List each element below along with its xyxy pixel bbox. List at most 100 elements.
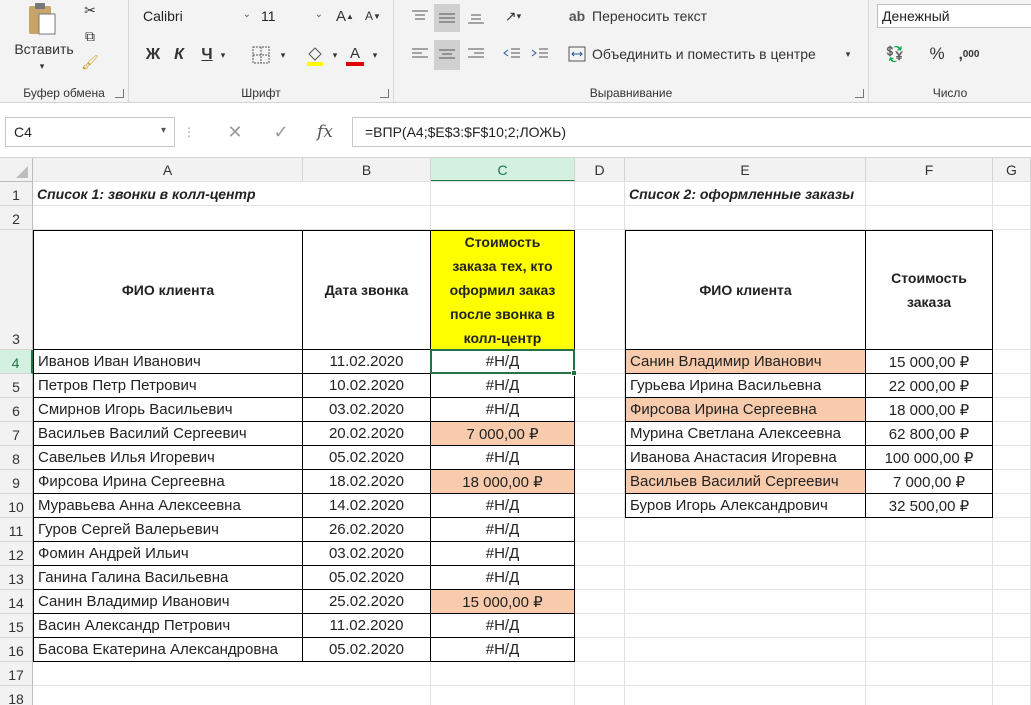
align-middle-icon[interactable] [434, 4, 460, 32]
bold-button[interactable]: Ж [143, 44, 163, 66]
list1-value[interactable]: #Н/Д [431, 614, 575, 638]
row-header-12[interactable]: 12 [0, 542, 33, 566]
clipboard-launcher-icon[interactable] [115, 89, 124, 98]
cell-a1[interactable]: Список 1: звонки в колл-центр [33, 182, 575, 206]
cut-icon[interactable]: ✂ [80, 0, 100, 20]
format-painter-icon[interactable]: 🖌 [80, 52, 100, 72]
font-color-dropdown-icon[interactable]: ▾ [369, 46, 381, 64]
decrease-indent-icon[interactable] [500, 42, 524, 66]
cancel-icon[interactable]: ✕ [222, 119, 248, 145]
align-right-icon[interactable] [464, 42, 488, 66]
number-format-select[interactable]: Денежный [877, 4, 1031, 28]
list1-date[interactable]: 18.02.2020 [303, 470, 431, 494]
row-header-10[interactable]: 10 [0, 494, 33, 518]
enter-icon[interactable]: ✓ [268, 119, 294, 145]
fill-handle[interactable] [571, 370, 577, 376]
list1-name[interactable]: Гуров Сергей Валерьевич [33, 518, 303, 542]
list1-date[interactable]: 11.02.2020 [303, 614, 431, 638]
list2-value[interactable]: 7 000,00 ₽ [866, 470, 993, 494]
list1-date[interactable]: 20.02.2020 [303, 422, 431, 446]
font-name-select[interactable]: Calibri ⌄ [139, 4, 255, 28]
increase-indent-icon[interactable] [528, 42, 552, 66]
list2-value[interactable]: 22 000,00 ₽ [866, 374, 993, 398]
column-header-a[interactable]: A [33, 158, 303, 182]
column-header-g[interactable]: G [993, 158, 1031, 182]
alignment-launcher-icon[interactable] [855, 89, 864, 98]
row-header-4[interactable]: 4 [0, 350, 33, 374]
list1-date[interactable]: 26.02.2020 [303, 518, 431, 542]
list1-name[interactable]: Муравьева Анна Алексеевна [33, 494, 303, 518]
row-header-5[interactable]: 5 [0, 374, 33, 398]
list1-name[interactable]: Васильев Василий Сергеевич [33, 422, 303, 446]
header-fio-2[interactable]: ФИО клиента [625, 230, 866, 350]
merge-center-icon[interactable] [566, 42, 588, 66]
list1-name[interactable]: Петров Петр Петрович [33, 374, 303, 398]
list2-name[interactable]: Иванова Анастасия Игоревна [625, 446, 866, 470]
list2-name[interactable]: Гурьева Ирина Васильевна [625, 374, 866, 398]
paste-dropdown-icon[interactable]: ▾ [36, 60, 48, 72]
list1-value[interactable]: 18 000,00 ₽ [431, 470, 575, 494]
align-top-icon[interactable] [408, 4, 432, 28]
row-header-3[interactable]: 3 [0, 230, 33, 350]
row-header-13[interactable]: 13 [0, 566, 33, 590]
cell-e1[interactable]: Список 2: оформленные заказы [625, 182, 993, 206]
list1-date[interactable]: 03.02.2020 [303, 398, 431, 422]
row-header-1[interactable]: 1 [0, 182, 33, 206]
list1-name[interactable]: Санин Владимир Иванович [33, 590, 303, 614]
align-left-icon[interactable] [408, 42, 432, 66]
formula-input[interactable]: =ВПР(A4;$E$3:$F$10;2;ЛОЖЬ) [352, 117, 1031, 147]
underline-button[interactable]: Ч [197, 44, 217, 66]
underline-dropdown-icon[interactable]: ▾ [217, 46, 229, 64]
column-header-f[interactable]: F [866, 158, 993, 182]
wrap-text-icon[interactable]: ab [566, 4, 588, 28]
orientation-icon[interactable]: ↗ ▾ [498, 4, 528, 28]
drag-handle-icon[interactable]: ⋮ [183, 123, 195, 141]
list1-date[interactable]: 10.02.2020 [303, 374, 431, 398]
column-header-d[interactable]: D [575, 158, 625, 182]
list1-value[interactable]: #Н/Д [431, 566, 575, 590]
grow-font-icon[interactable]: A ▲ [335, 6, 355, 26]
header-call-date[interactable]: Дата звонка [303, 230, 431, 350]
column-header-b[interactable]: B [303, 158, 431, 182]
column-header-e[interactable]: E [625, 158, 866, 182]
row-header-6[interactable]: 6 [0, 398, 33, 422]
name-box[interactable]: C4 ▾ [5, 117, 175, 147]
wrap-text-button[interactable]: Переносить текст [592, 6, 707, 26]
row-header-8[interactable]: 8 [0, 446, 33, 470]
insert-function-icon[interactable]: fx [312, 119, 338, 145]
list2-name[interactable]: Мурина Светлана Алексеевна [625, 422, 866, 446]
list1-date[interactable]: 03.02.2020 [303, 542, 431, 566]
percent-button[interactable]: % [925, 42, 949, 66]
row-header-17[interactable]: 17 [0, 662, 33, 686]
list2-value[interactable]: 100 000,00 ₽ [866, 446, 993, 470]
list1-value[interactable]: #Н/Д [431, 518, 575, 542]
list1-name[interactable]: Савельев Илья Игоревич [33, 446, 303, 470]
row-header-15[interactable]: 15 [0, 614, 33, 638]
header-fio[interactable]: ФИО клиента [33, 230, 303, 350]
row-header-7[interactable]: 7 [0, 422, 33, 446]
list2-name[interactable]: Санин Владимир Иванович [625, 350, 866, 374]
row-header-9[interactable]: 9 [0, 470, 33, 494]
list1-name[interactable]: Басова Екатерина Александровна [33, 638, 303, 662]
shrink-font-icon[interactable]: A ▼ [363, 6, 383, 26]
font-size-select[interactable]: 11 ⌄ [257, 4, 327, 28]
list1-date[interactable]: 25.02.2020 [303, 590, 431, 614]
list1-value[interactable]: #Н/Д [431, 374, 575, 398]
italic-button[interactable]: К [169, 44, 189, 66]
list1-date[interactable]: 05.02.2020 [303, 446, 431, 470]
row-header-11[interactable]: 11 [0, 518, 33, 542]
list1-value[interactable]: #Н/Д [431, 542, 575, 566]
list2-value[interactable]: 15 000,00 ₽ [866, 350, 993, 374]
list1-name[interactable]: Иванов Иван Иванович [33, 350, 303, 374]
align-bottom-icon[interactable] [464, 6, 488, 30]
list1-value[interactable]: #Н/Д [431, 494, 575, 518]
list1-name[interactable]: Смирнов Игорь Васильевич [33, 398, 303, 422]
list2-name[interactable]: Васильев Василий Сергеевич [625, 470, 866, 494]
merge-center-button[interactable]: Объединить и поместить в центре [592, 44, 816, 64]
list1-date[interactable]: 11.02.2020 [303, 350, 431, 374]
merge-dropdown-icon[interactable]: ▾ [842, 46, 854, 62]
spreadsheet-grid[interactable]: A B C D E F G 1 2 3 4 5 6 7 8 9 10 11 12 13 14 15 16 17 18 Список… [0, 158, 1031, 705]
list1-date[interactable]: 14.02.2020 [303, 494, 431, 518]
paste-icon[interactable] [24, 2, 58, 36]
fill-color-icon[interactable] [303, 42, 327, 68]
